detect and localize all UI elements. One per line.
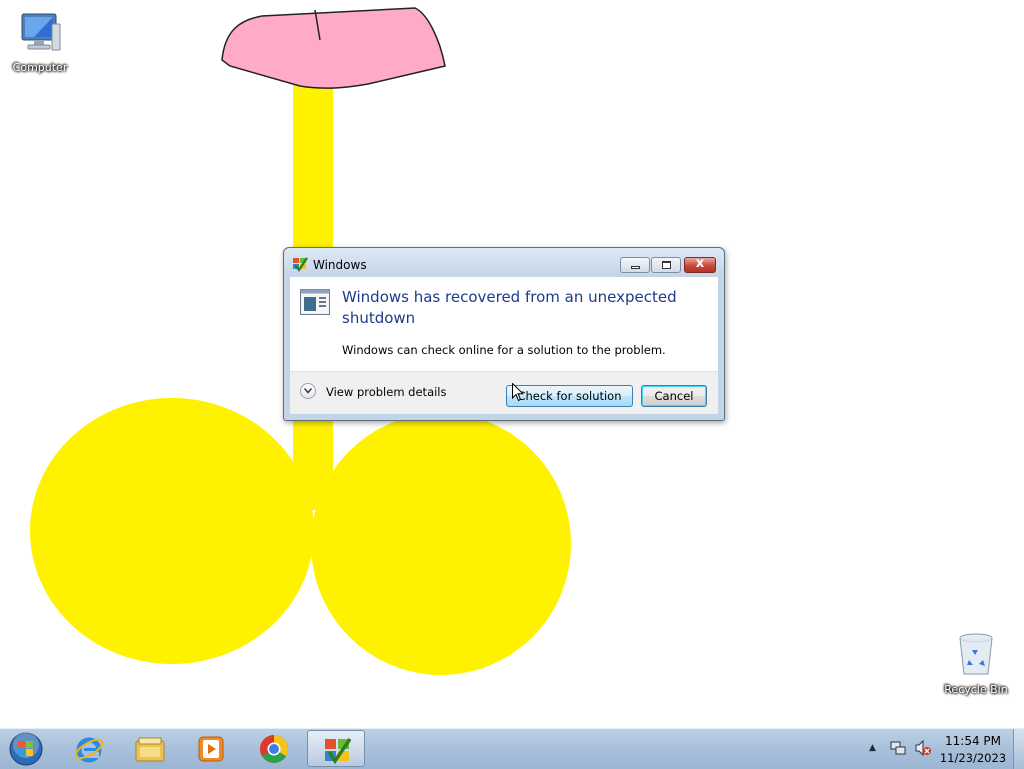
network-icon[interactable] — [889, 739, 907, 757]
close-icon: x — [695, 256, 705, 271]
wallpaper-left-circle — [30, 398, 314, 664]
clock-time[interactable]: 11:54 PM — [938, 734, 1008, 748]
show-hidden-icons-button[interactable]: ▲ — [869, 743, 876, 753]
windows-explorer-icon — [135, 737, 165, 762]
taskbar-media-player[interactable] — [182, 730, 240, 767]
computer-icon — [21, 13, 61, 51]
dialog-footer: View problem details Check for solution … — [290, 371, 718, 414]
dialog-title: Windows — [313, 258, 367, 272]
action-center-app-icon — [325, 738, 352, 765]
desktop-icon-computer[interactable]: Computer — [2, 8, 78, 74]
check-for-solution-button[interactable]: Check for solution — [506, 385, 633, 407]
show-desktop-button[interactable] — [1013, 729, 1024, 769]
desktop-icon-label: Computer — [12, 61, 68, 74]
taskbar-windows-explorer[interactable] — [121, 730, 179, 767]
media-player-icon — [198, 736, 224, 762]
dialog-title-bar[interactable]: Windows x — [284, 248, 724, 278]
desktop-icon-label: Recycle Bin — [944, 683, 1008, 696]
cancel-button[interactable]: Cancel — [641, 385, 707, 407]
minimize-button[interactable] — [620, 257, 650, 273]
view-problem-details-link[interactable]: View problem details — [326, 385, 447, 399]
program-window-icon — [300, 289, 330, 315]
close-button[interactable]: x — [684, 256, 716, 273]
dialog-message: Windows can check online for a solution … — [342, 343, 666, 357]
windows-recovery-dialog: Windows x Windows has recovered from an … — [283, 247, 725, 421]
wallpaper-right-circle — [311, 413, 571, 675]
mouse-pointer-icon — [512, 383, 524, 402]
recycle-bin-icon — [959, 633, 993, 675]
taskbar-internet-explorer[interactable] — [60, 730, 118, 767]
desktop-icon-recycle-bin[interactable]: Recycle Bin — [938, 630, 1014, 696]
start-button-windows-orb-icon[interactable] — [5, 730, 47, 768]
dialog-heading: Windows has recovered from an unexpected… — [342, 288, 677, 327]
taskbar-windows-recovery[interactable] — [307, 730, 365, 767]
wallpaper-pink-cap — [221, 7, 446, 89]
volume-muted-icon[interactable] — [914, 739, 932, 757]
expand-details-button[interactable] — [300, 383, 316, 399]
dialog-content: Windows has recovered from an unexpected… — [290, 277, 718, 371]
clock-date[interactable]: 11/23/2023 — [938, 751, 1008, 765]
taskbar-chrome[interactable] — [245, 730, 303, 767]
taskbar: ▲ 11:54 PM 11/23/2023 — [0, 728, 1024, 769]
chevron-down-icon — [304, 388, 312, 394]
internet-explorer-icon — [74, 737, 104, 763]
windows-flag-checkmark-icon — [293, 257, 308, 272]
maximize-button[interactable] — [651, 257, 681, 273]
chrome-icon — [260, 735, 288, 763]
